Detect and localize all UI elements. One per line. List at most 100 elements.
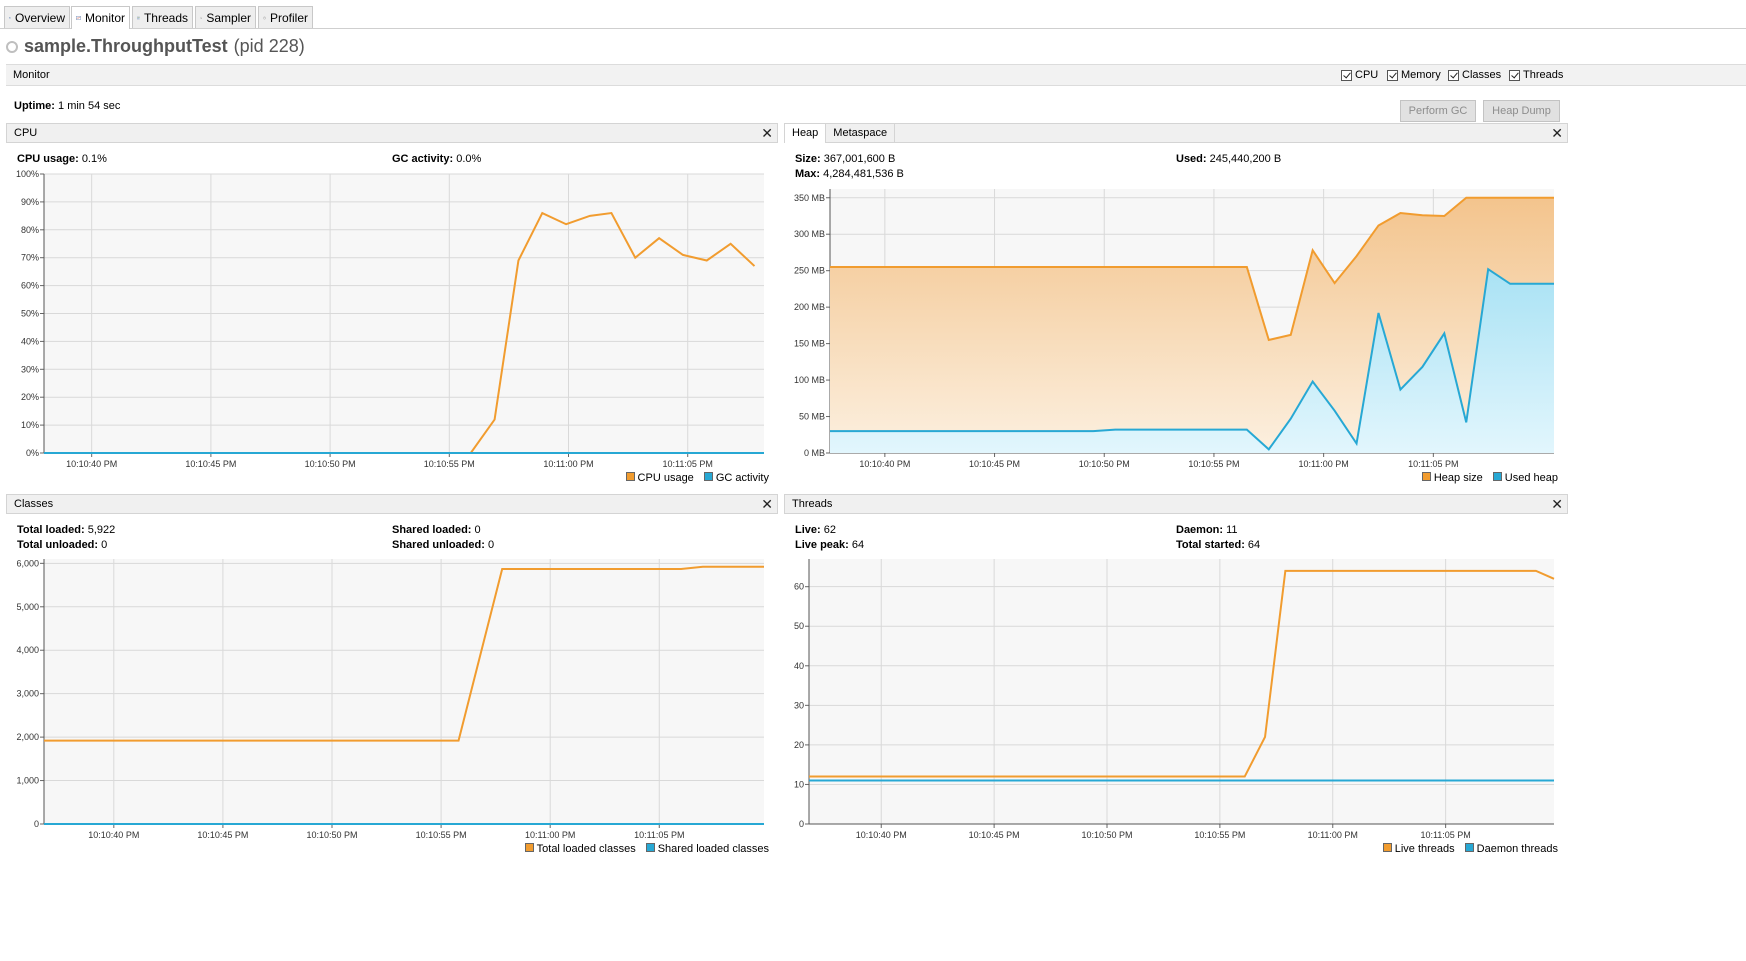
x-tick-label: 10:10:45 PM xyxy=(197,830,248,840)
legend-swatch xyxy=(1382,843,1392,852)
x-tick-label: 10:10:45 PM xyxy=(185,459,236,469)
x-tick-label: 10:11:05 PM xyxy=(1420,830,1470,840)
heap-max-stat: Max: 4,284,481,536 B xyxy=(795,168,904,180)
tab-heap[interactable]: Heap xyxy=(785,124,827,143)
y-tick-label: 10 xyxy=(794,779,804,789)
tab-overview-label: Overview xyxy=(14,10,65,25)
gc-activity-stat: GC activity: 0.0% xyxy=(392,153,481,165)
y-tick-label: 60 xyxy=(794,582,804,592)
x-tick-label: 10:10:50 PM xyxy=(1081,830,1132,840)
legend-label: GC activity xyxy=(715,472,769,484)
close-icon[interactable]: ✕ xyxy=(761,125,773,142)
live-peak-stat: Live peak: 64 xyxy=(795,539,864,551)
close-icon[interactable]: ✕ xyxy=(761,496,773,513)
classes-checkbox-label: Classes xyxy=(1462,69,1502,81)
x-tick-label: 10:10:50 PM xyxy=(1079,459,1130,469)
legend-swatch xyxy=(703,472,713,481)
legend-swatch xyxy=(1464,843,1474,852)
cpu-legend: CPU usage GC activity xyxy=(625,472,769,484)
gc-activity-label: GC activity: xyxy=(392,153,454,165)
threads-panel-title: Threads xyxy=(792,498,833,510)
legend-item-cpu-usage: CPU usage xyxy=(625,472,694,484)
legend-label: Used heap xyxy=(1504,472,1558,484)
cpu-checkbox-label: CPU xyxy=(1355,69,1379,81)
memory-checkbox-label: Memory xyxy=(1401,69,1441,81)
y-tick-label: 4,000 xyxy=(16,645,39,655)
cpu-panel-header: CPU ✕ xyxy=(6,123,778,143)
y-tick-label: 0% xyxy=(26,448,39,458)
threads-icon xyxy=(137,16,140,19)
x-tick-label: 10:10:40 PM xyxy=(859,459,910,469)
x-tick-label: 10:10:45 PM xyxy=(969,459,1020,469)
x-tick-label: 10:10:50 PM xyxy=(306,830,357,840)
legend-label: CPU usage xyxy=(637,472,694,484)
memory-checkbox[interactable]: Memory xyxy=(1387,69,1441,81)
y-tick-label: 20 xyxy=(794,740,804,750)
close-icon[interactable]: ✕ xyxy=(1551,496,1563,513)
y-tick-label: 60% xyxy=(21,281,39,291)
app-name: sample.ThroughputTest xyxy=(24,36,228,56)
shared-loaded-value: 0 xyxy=(474,524,481,536)
total-unloaded-label: Total unloaded: xyxy=(17,539,99,551)
y-tick-label: 3,000 xyxy=(16,689,39,699)
x-tick-label: 10:10:40 PM xyxy=(856,830,907,840)
legend-swatch xyxy=(1492,472,1502,481)
uptime-value: 1 min 54 sec xyxy=(58,100,121,112)
live-label: Live: xyxy=(795,524,821,536)
daemon-label: Daemon: xyxy=(1176,524,1224,536)
heap-used-label: Used: xyxy=(1176,153,1207,165)
x-tick-label: 10:10:50 PM xyxy=(305,459,356,469)
total-started-stat: Total started: 64 xyxy=(1176,539,1260,551)
tab-profiler-label: Profiler xyxy=(269,10,308,25)
tab-sampler[interactable]: Sampler xyxy=(195,6,256,28)
y-tick-label: 50 MB xyxy=(799,412,825,422)
tab-monitor-label: Monitor xyxy=(84,11,125,25)
x-tick-label: 10:11:00 PM xyxy=(1298,459,1348,469)
classes-legend: Total loaded classes Shared loaded class… xyxy=(524,843,769,855)
perform-gc-button[interactable]: Perform GC xyxy=(1400,100,1476,122)
y-tick-label: 6,000 xyxy=(16,558,39,568)
legend-item-used-heap: Used heap xyxy=(1492,472,1558,484)
app-pid: (pid 228) xyxy=(233,36,305,56)
close-icon[interactable]: ✕ xyxy=(1551,125,1563,142)
y-tick-label: 40% xyxy=(21,336,39,346)
cpu-usage-value: 0.1% xyxy=(81,153,107,165)
y-tick-label: 20% xyxy=(21,392,39,402)
tab-metaspace[interactable]: Metaspace xyxy=(826,124,896,143)
y-tick-label: 2,000 xyxy=(16,732,39,742)
cpu-checkbox[interactable]: CPU xyxy=(1341,69,1378,81)
classes-checkbox[interactable]: Classes xyxy=(1448,69,1501,81)
tab-overview[interactable]: Overview xyxy=(4,6,70,28)
legend-swatch xyxy=(625,472,635,481)
tab-profiler[interactable]: Profiler xyxy=(258,6,313,28)
heap-used-stat: Used: 245,440,200 B xyxy=(1176,153,1281,165)
heap-dump-button[interactable]: Heap Dump xyxy=(1483,100,1560,122)
y-tick-label: 350 MB xyxy=(794,193,825,203)
legend-item-live-threads: Live threads xyxy=(1382,843,1455,855)
live-value: 62 xyxy=(823,524,836,536)
y-tick-label: 0 xyxy=(799,819,804,829)
threads-checkbox[interactable]: Threads xyxy=(1509,69,1563,81)
shared-unloaded-stat: Shared unloaded: 0 xyxy=(392,539,494,551)
status-circle-icon xyxy=(6,40,18,53)
x-tick-label: 10:10:55 PM xyxy=(1188,459,1239,469)
shared-unloaded-label: Shared unloaded: xyxy=(392,539,485,551)
heap-used-value: 245,440,200 B xyxy=(1209,153,1282,165)
classes-chart: 0 1,000 2,000 3,000 4,000 5,000 6,000 10:10:40 … xyxy=(16,558,764,840)
daemon-stat: Daemon: 11 xyxy=(1176,524,1238,536)
tab-monitor[interactable]: Monitor xyxy=(71,6,130,29)
legend-label: Heap size xyxy=(1433,472,1483,484)
monitor-icon xyxy=(76,16,81,20)
y-tick-label: 30% xyxy=(21,364,39,374)
y-tick-label: 250 MB xyxy=(794,266,825,276)
tab-threads[interactable]: Threads xyxy=(132,6,193,28)
threads-panel-header: Threads ✕ xyxy=(784,494,1568,514)
legend-swatch xyxy=(1421,472,1431,481)
checkbox-check-icon xyxy=(1509,69,1520,81)
x-tick-label: 10:11:05 PM xyxy=(663,459,713,469)
y-tick-label: 1,000 xyxy=(16,776,39,786)
heap-size-stat: Size: 367,001,600 B xyxy=(795,153,895,165)
live-peak-value: 64 xyxy=(851,539,865,551)
y-tick-label: 30 xyxy=(794,700,804,710)
live-stat: Live: 62 xyxy=(795,524,836,536)
